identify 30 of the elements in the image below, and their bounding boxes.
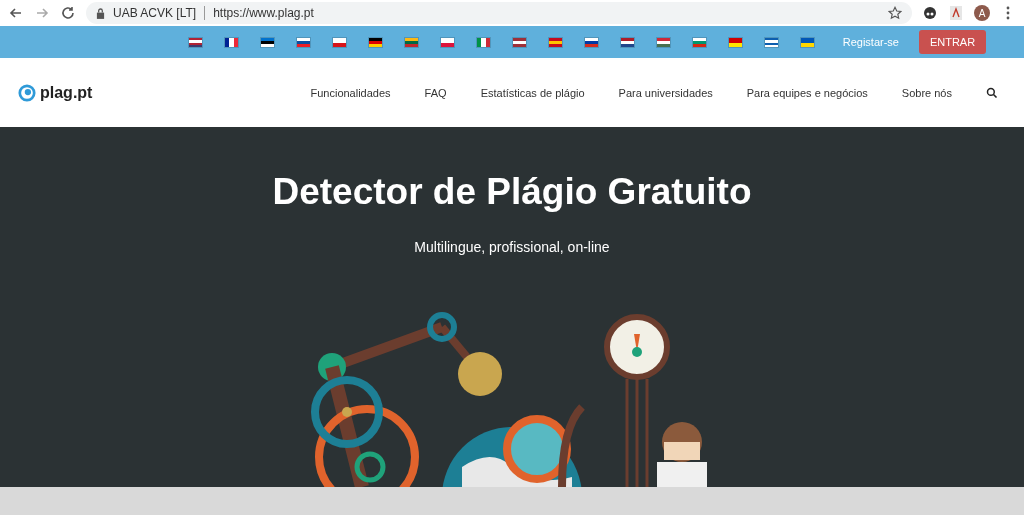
nav-link[interactable]: Sobre nós xyxy=(901,86,952,99)
nav-link[interactable]: Para equipes e negócios xyxy=(746,86,868,99)
hero-title: Detector de Plágio Gratuito xyxy=(272,171,752,213)
address-bar[interactable]: UAB ACVK [LT] https://www.plag.pt xyxy=(86,2,912,24)
nav-link[interactable]: FAQ xyxy=(424,86,447,99)
site-identity: UAB ACVK [LT] xyxy=(113,6,197,20)
flag-icon[interactable] xyxy=(512,37,526,47)
flag-icon[interactable] xyxy=(188,37,202,47)
flag-icon[interactable] xyxy=(584,37,598,47)
url-text: https://www.plag.pt xyxy=(213,6,315,20)
flag-icon[interactable] xyxy=(368,37,382,47)
reload-icon[interactable] xyxy=(60,5,76,21)
logo-icon xyxy=(18,83,36,102)
star-icon[interactable] xyxy=(888,6,902,20)
flag-icon[interactable] xyxy=(224,37,238,47)
flag-icon[interactable] xyxy=(260,37,274,47)
pdf-extension-icon[interactable] xyxy=(948,5,964,21)
flag-icon[interactable] xyxy=(764,37,778,47)
profile-avatar[interactable]: A xyxy=(974,5,990,21)
logo-text[interactable]: plag.pt xyxy=(40,83,93,102)
nav-link[interactable]: Estatísticas de plágio xyxy=(480,86,585,99)
nav-link[interactable]: Funcionalidades xyxy=(310,86,391,99)
lock-icon xyxy=(96,7,105,19)
login-button[interactable]: ENTRAR xyxy=(919,30,986,54)
flag-icon[interactable] xyxy=(620,37,634,47)
search-icon[interactable] xyxy=(986,86,998,99)
hero-subtitle: Multilingue, profissional, on-line xyxy=(414,239,610,255)
extension-icon[interactable] xyxy=(922,5,938,21)
nav-link[interactable]: Para universidades xyxy=(618,86,713,99)
flag-icon[interactable] xyxy=(296,37,310,47)
